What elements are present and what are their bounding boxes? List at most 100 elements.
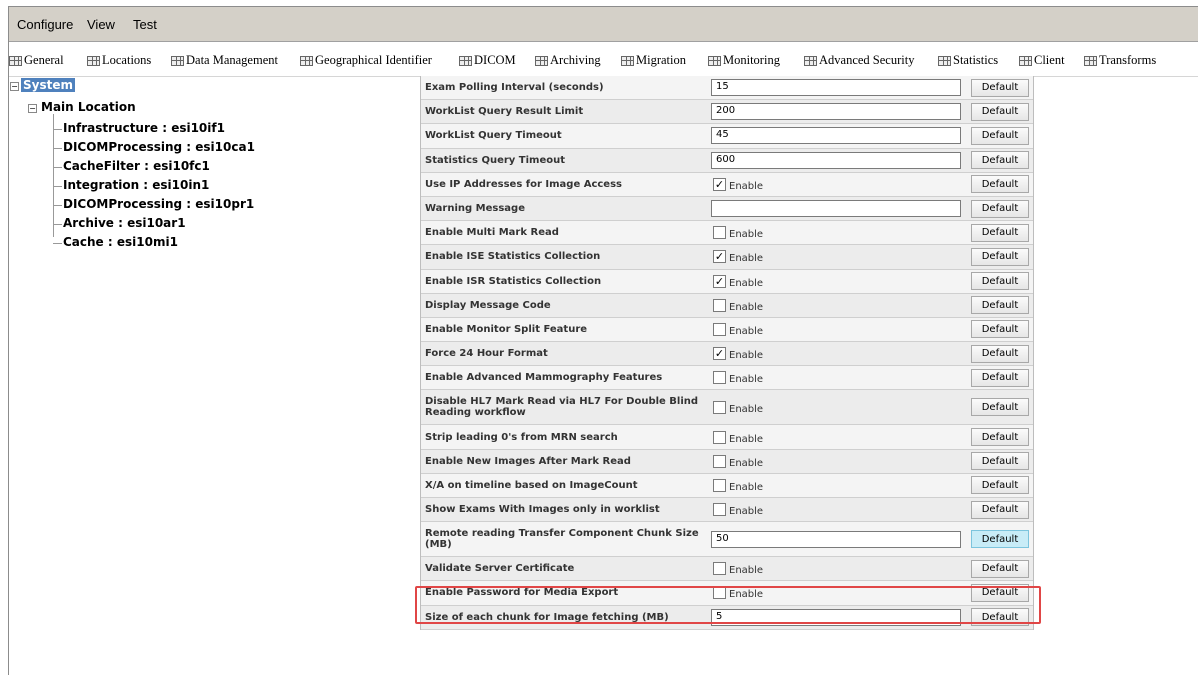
default-button[interactable]: Default — [971, 296, 1029, 315]
enable-checkbox[interactable] — [713, 503, 726, 517]
default-button[interactable]: Default — [971, 175, 1029, 194]
tab-bar: General Locations Data Management Geographi… — [9, 42, 1198, 77]
setting-value: 15 — [711, 79, 969, 97]
setting-value: ✓ Enable — [711, 177, 969, 192]
menu-view[interactable]: View — [87, 17, 115, 32]
enable-checkbox[interactable]: ✓ — [713, 250, 726, 264]
menu-configure[interactable]: Configure — [17, 17, 73, 32]
enable-checkbox[interactable] — [713, 322, 726, 336]
tree-node-server[interactable]: DICOMProcessing : esi10ca1 — [63, 140, 255, 154]
tab-client[interactable]: Client — [1019, 53, 1065, 68]
default-button[interactable]: Default — [971, 320, 1029, 339]
default-button[interactable]: Default — [971, 78, 1029, 97]
tree-node-server[interactable]: Infrastructure : esi10if1 — [63, 121, 225, 135]
default-button[interactable]: Default — [971, 126, 1029, 145]
enable-checkbox[interactable]: ✓ — [713, 347, 726, 361]
tree-node-server[interactable]: Archive : esi10ar1 — [63, 216, 186, 230]
setting-label: Warning Message — [425, 203, 525, 215]
collapse-icon[interactable]: − — [28, 104, 37, 113]
setting-value: Enable — [711, 298, 969, 313]
setting-text-field[interactable]: 200 — [711, 103, 961, 121]
enable-label: Enable — [729, 277, 764, 289]
default-button[interactable]: Default — [971, 368, 1029, 387]
tree-line — [53, 148, 62, 149]
enable-checkbox[interactable] — [713, 298, 726, 312]
default-button[interactable]: Default — [971, 247, 1029, 266]
default-button[interactable]: Default — [971, 428, 1029, 447]
enable-label: Enable — [729, 229, 764, 241]
tab-dicom[interactable]: DICOM — [459, 53, 516, 68]
tab-grid-icon — [621, 55, 634, 66]
setting-label: Show Exams With Images only in worklist — [425, 504, 660, 516]
default-button[interactable]: Default — [971, 151, 1029, 170]
setting-label: Remote reading Transfer Component Chunk … — [425, 528, 699, 551]
tree-node-server[interactable]: CacheFilter : esi10fc1 — [63, 159, 210, 173]
default-button[interactable]: Default — [971, 102, 1029, 121]
menu-test[interactable]: Test — [133, 17, 157, 32]
setting-label: Statistics Query Timeout — [425, 154, 566, 166]
setting-text-field[interactable]: 600 — [711, 151, 961, 169]
tab-geographical-identifier[interactable]: Geographical Identifier — [300, 53, 432, 68]
setting-label: Display Message Code — [425, 299, 551, 311]
enable-checkbox[interactable] — [713, 478, 726, 492]
tab-monitoring[interactable]: Monitoring — [708, 53, 780, 68]
default-button[interactable]: Default — [971, 223, 1029, 242]
tab-label: General — [24, 53, 64, 67]
setting-label: Strip leading 0's from MRN search — [425, 431, 618, 443]
default-button[interactable]: Default — [971, 199, 1029, 218]
setting-label: Validate Server Certificate — [425, 563, 575, 575]
setting-label: Enable Advanced Mammography Features — [425, 372, 663, 384]
setting-value: ✓ Enable — [711, 274, 969, 289]
tab-migration[interactable]: Migration — [621, 53, 686, 68]
setting-text-field[interactable]: 50 — [711, 530, 961, 548]
tab-advanced-security[interactable]: Advanced Security — [804, 53, 914, 68]
enable-label: Enable — [729, 481, 764, 493]
tab-grid-icon — [459, 55, 472, 66]
enable-checkbox[interactable] — [713, 562, 726, 576]
enable-label: Enable — [729, 403, 764, 415]
setting-row: WorkList Query Timeout 45 Default — [421, 124, 1033, 149]
tab-statistics[interactable]: Statistics — [938, 53, 998, 68]
setting-value: Enable — [711, 478, 969, 493]
default-button[interactable]: Default — [971, 344, 1029, 363]
default-button[interactable]: Default — [971, 398, 1029, 417]
setting-value: ✓ Enable — [711, 249, 969, 264]
enable-checkbox[interactable] — [713, 400, 726, 414]
tab-label: Locations — [102, 53, 152, 67]
tab-locations[interactable]: Locations — [87, 53, 151, 68]
tree-node-system[interactable]: System — [21, 78, 75, 92]
setting-text-field[interactable] — [711, 200, 961, 218]
setting-label: Disable HL7 Mark Read via HL7 For Double… — [425, 396, 699, 419]
default-button[interactable]: Default — [971, 559, 1029, 578]
tab-transforms[interactable]: Transforms — [1084, 53, 1156, 68]
enable-checkbox[interactable] — [713, 454, 726, 468]
tab-general[interactable]: General — [9, 53, 64, 68]
enable-checkbox[interactable] — [713, 430, 726, 444]
setting-label: Enable Monitor Split Feature — [425, 323, 588, 335]
default-button[interactable]: Default — [971, 500, 1029, 519]
tree-node-server[interactable]: Cache : esi10mi1 — [63, 235, 178, 249]
default-button[interactable]: Default — [971, 272, 1029, 291]
setting-text-field[interactable]: 45 — [711, 127, 961, 145]
default-button[interactable]: Default — [971, 530, 1029, 549]
enable-checkbox[interactable] — [713, 371, 726, 385]
setting-row: Force 24 Hour Format ✓ Enable Default — [421, 342, 1033, 367]
tree-node-server[interactable]: DICOMProcessing : esi10pr1 — [63, 197, 254, 211]
tree-node-main-location[interactable]: Main Location — [41, 100, 136, 114]
tab-data-management[interactable]: Data Management — [171, 53, 278, 68]
default-button[interactable]: Default — [971, 476, 1029, 495]
default-button[interactable]: Default — [971, 452, 1029, 471]
settings-grid: Exam Polling Interval (seconds) 15 Default… — [420, 76, 1034, 630]
enable-checkbox[interactable]: ✓ — [713, 177, 726, 191]
enable-checkbox[interactable] — [713, 226, 726, 240]
setting-label: WorkList Query Result Limit — [425, 106, 584, 118]
tab-archiving[interactable]: Archiving — [535, 53, 601, 68]
enable-label: Enable — [729, 325, 764, 337]
setting-text-field[interactable]: 15 — [711, 79, 961, 97]
tree-node-server[interactable]: Integration : esi10in1 — [63, 178, 209, 192]
enable-checkbox[interactable]: ✓ — [713, 274, 726, 288]
collapse-icon[interactable]: − — [10, 82, 19, 91]
tab-label: Archiving — [550, 53, 601, 67]
setting-value: 45 — [711, 127, 969, 145]
setting-row: Enable ISE Statistics Collection ✓ Enable D… — [421, 245, 1033, 270]
